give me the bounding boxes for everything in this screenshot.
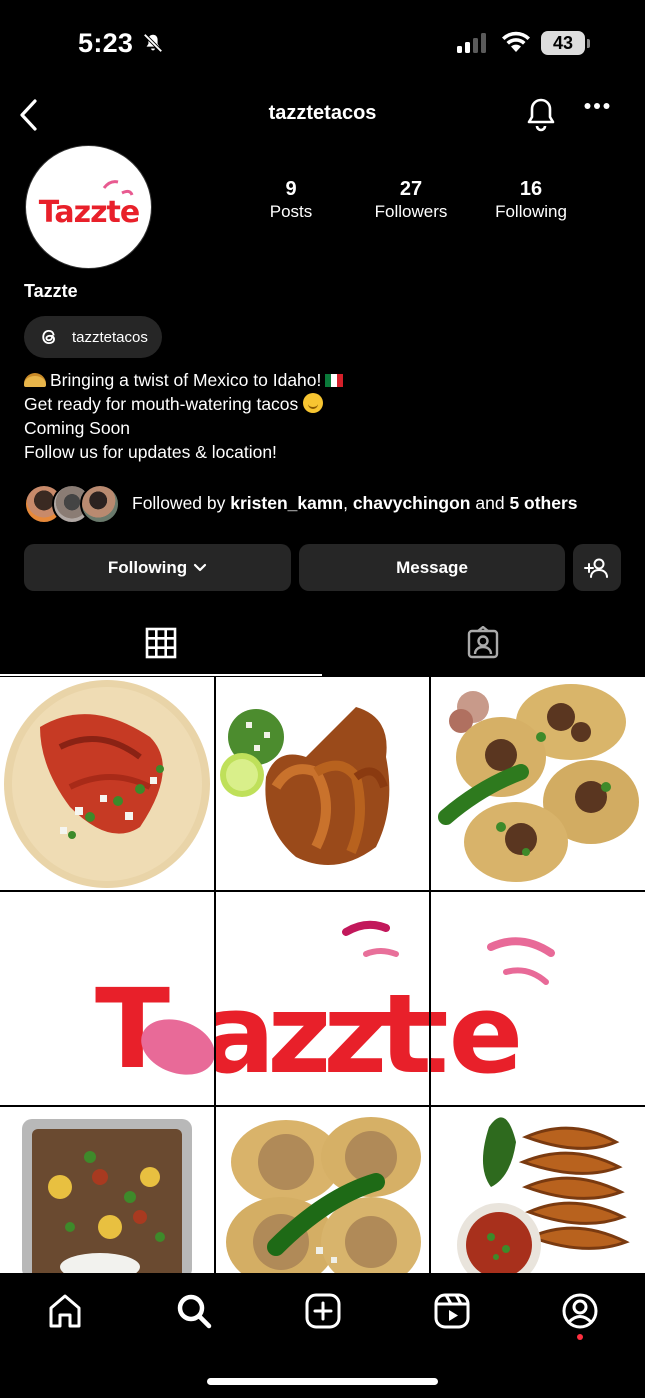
bio-line-2: Get ready for mouth-watering tacos: [24, 394, 299, 414]
logo-center-photo: azzt: [216, 920, 429, 1098]
tab-tagged[interactable]: [322, 610, 644, 676]
battery-indicator: 43: [541, 31, 585, 55]
taco-photo: [4, 680, 210, 888]
posts-grid: T azzt te: [0, 676, 645, 1273]
display-name: Tazzte: [24, 281, 78, 301]
tagged-icon: [467, 626, 499, 659]
followers-count-value: 27: [399, 178, 423, 200]
profile-notification-dot: [577, 1334, 583, 1340]
followed-by-prefix: Followed by: [132, 493, 231, 513]
bio-line-1: Bringing a twist of Mexico to Idaho!: [50, 370, 322, 390]
profile-header: tazztetacos: [0, 90, 645, 140]
following-count-value: 16: [519, 178, 543, 200]
message-button[interactable]: Message: [299, 544, 565, 591]
posts-count-label: Posts: [269, 202, 313, 221]
grid-icon: [145, 627, 177, 659]
followers-count-label: Followers: [374, 202, 448, 221]
bio-line-3: Coming Soon: [24, 418, 131, 438]
grid-post-logo-center[interactable]: azzt: [216, 892, 429, 1105]
mexico-flag-icon: [325, 374, 344, 387]
cell-signal-icon: [457, 33, 486, 53]
tazzte-logo: Tazzte: [39, 180, 140, 230]
grid-post-logo-left[interactable]: T: [0, 892, 214, 1105]
logo-right-photo: te: [431, 937, 555, 1098]
follower-username[interactable]: kristen_kamn: [230, 493, 343, 513]
asada-tacos-photo: [438, 684, 639, 882]
notifications-bell-icon[interactable]: [524, 96, 558, 132]
profile-icon[interactable]: [560, 1291, 600, 1331]
following-count[interactable]: 16 Following: [476, 177, 586, 223]
bio-line-4: Follow us for updates & location!: [24, 442, 277, 462]
followed-by-separator: ,: [343, 493, 353, 513]
grid-post-chicken-tacos[interactable]: [216, 1107, 429, 1273]
follower-username[interactable]: chavychingon: [353, 493, 471, 513]
reels-icon[interactable]: [432, 1291, 472, 1331]
suggested-users-button[interactable]: [573, 544, 621, 591]
svg-text:te: te: [431, 970, 523, 1098]
followed-by-and: and: [470, 493, 510, 513]
nachos-tray-photo: [22, 1119, 192, 1273]
follower-avatar: [80, 484, 120, 524]
add-person-icon: [584, 558, 608, 578]
smiling-face-icon: [303, 393, 324, 413]
silent-bell-icon: [143, 33, 163, 53]
posts-count[interactable]: 9 Posts: [236, 177, 346, 223]
status-bar: 5:23 43: [0, 0, 645, 88]
taco-emoji-icon: [24, 373, 46, 387]
profile-avatar[interactable]: Tazzte: [25, 145, 152, 269]
posts-count-value: 9: [285, 178, 297, 200]
following-button-label: Following: [107, 557, 188, 577]
followed-by-others[interactable]: 5 others: [509, 493, 577, 513]
following-count-label: Following: [495, 202, 567, 221]
svg-text:Tazzte: Tazzte: [39, 195, 139, 230]
birria-tacos-photo: [220, 707, 390, 865]
following-button[interactable]: Following: [24, 544, 291, 591]
grid-post-quesabirria-stack[interactable]: [431, 1107, 645, 1273]
quesabirria-photo: [457, 1117, 630, 1273]
threads-badge[interactable]: tazztetacos: [24, 316, 162, 358]
chicken-tacos-photo: [226, 1117, 421, 1273]
threads-handle: tazztetacos: [72, 328, 148, 346]
grid-post-asada-tacos[interactable]: [431, 677, 645, 890]
home-indicator[interactable]: [207, 1378, 438, 1385]
svg-text:azzt: azzt: [216, 970, 429, 1098]
wifi-icon: [502, 31, 530, 52]
more-options-icon[interactable]: [584, 102, 610, 110]
profile-tabs: [0, 610, 645, 676]
threads-icon: [42, 329, 55, 345]
battery-nub: [587, 39, 590, 48]
tab-posts-grid[interactable]: [0, 610, 322, 676]
profile-bio: Bringing a twist of Mexico to Idaho! Get…: [24, 368, 344, 464]
chevron-down-icon: [194, 563, 207, 571]
grid-post-birria-tacos[interactable]: [216, 677, 429, 890]
home-icon[interactable]: [45, 1291, 85, 1331]
logo-left-photo: T: [95, 965, 214, 1093]
status-time: 5:23: [78, 28, 134, 58]
followers-count[interactable]: 27 Followers: [356, 177, 466, 223]
search-icon[interactable]: [174, 1291, 214, 1331]
grid-post-nachos-tray[interactable]: [0, 1107, 214, 1273]
grid-post-logo-right[interactable]: te: [431, 892, 645, 1105]
create-post-icon[interactable]: [303, 1291, 343, 1331]
followed-by-row[interactable]: Followed by kristen_kamn, chavychingon a…: [24, 482, 634, 526]
message-button-label: Message: [396, 557, 468, 577]
grid-post-pastor-taco[interactable]: [0, 677, 214, 890]
followed-by-text: Followed by kristen_kamn, chavychingon a…: [132, 493, 578, 514]
